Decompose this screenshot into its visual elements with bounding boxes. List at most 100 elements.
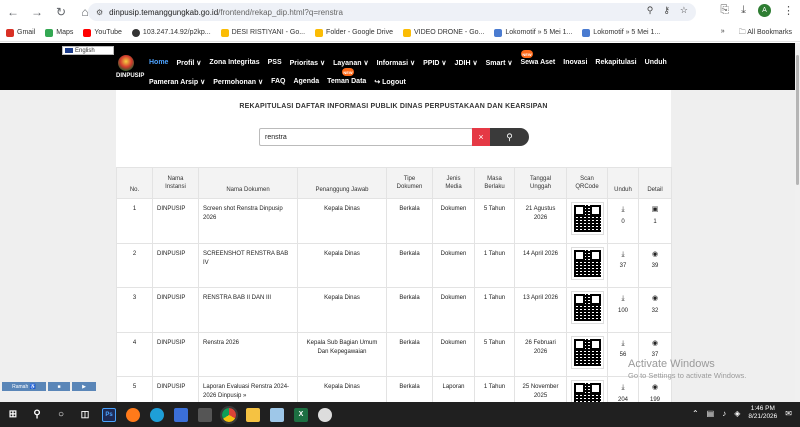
chrome-icon[interactable] [220, 405, 238, 424]
bookmark-maps[interactable]: Maps [45, 28, 73, 37]
nav-layanan[interactable]: Layanan ∨ [333, 59, 368, 67]
download-icon[interactable]: ⤓ [612, 250, 634, 261]
download-icon[interactable]: ⤓ [612, 339, 634, 350]
nav-logout[interactable]: ↪ Logout [374, 78, 406, 86]
qr-code[interactable] [570, 202, 604, 235]
cell-no: 4 [116, 331, 153, 377]
cell-media: Dokumen [432, 287, 475, 333]
all-bookmarks-button[interactable]: 🗀 All Bookmarks [739, 28, 792, 39]
extensions-icon[interactable]: ⎘ [720, 4, 729, 17]
bookmark-ip[interactable]: 103.247.14.92/p2kp... [131, 28, 211, 37]
nav-zona-integritas[interactable]: Zona Integritas [209, 59, 259, 67]
cell-detail[interactable]: ▣ 1 [638, 198, 672, 244]
address-bar[interactable]: ⚙ dinpusip.temanggungkab.go.id/frontend/… [88, 3, 696, 21]
cell-tanggal: 14 April 2026 [514, 242, 567, 288]
nav-sewa-aset[interactable]: Sewa Aset [521, 59, 556, 67]
calculator-icon[interactable] [198, 407, 212, 422]
eye-icon[interactable]: ◉ [643, 294, 667, 305]
cell-unduh[interactable]: ⤓ 100 [607, 287, 639, 333]
zoom-icon[interactable]: ⚲ [647, 5, 654, 16]
menu-kebab-icon[interactable]: ⋮ [783, 4, 794, 17]
scrollbar-thumb[interactable] [796, 55, 799, 185]
nav-jdih[interactable]: JDIH ∨ [455, 59, 478, 67]
windows-start-icon[interactable]: ⊞ [6, 408, 20, 422]
excel-icon[interactable]: X [294, 407, 308, 422]
notification-icon[interactable]: ✉ [785, 409, 792, 418]
clear-search-button[interactable]: × [472, 128, 490, 146]
store-icon[interactable] [174, 407, 188, 422]
edge-icon[interactable] [150, 407, 164, 422]
task-view-icon[interactable]: ◫ [78, 408, 92, 422]
dinpusip-logo[interactable] [118, 55, 134, 71]
nav-ppid[interactable]: PPID ∨ [423, 59, 446, 67]
forward-icon[interactable]: → [28, 3, 46, 21]
download-icon[interactable]: ⤓ [741, 4, 746, 17]
cell-detail[interactable]: ◉ 32 [638, 287, 672, 333]
wifi-icon[interactable]: ◈ [734, 409, 740, 418]
more-bookmarks-button[interactable]: » [721, 28, 725, 39]
nav-smart[interactable]: Smart ∨ [486, 59, 513, 67]
browser-toolbar: ← → ↻ ⌂ ⚙ dinpusip.temanggungkab.go.id/f… [0, 0, 800, 24]
qr-code[interactable] [570, 291, 604, 324]
bookmark-drive-folder[interactable]: Folder - Google Drive [315, 28, 393, 37]
nav-prioritas[interactable]: Prioritas ∨ [290, 59, 325, 67]
bookmark-drive-desi[interactable]: DESI RISTIYANI - Go... [220, 28, 305, 37]
play-button[interactable]: ▶ [72, 382, 96, 391]
password-key-icon[interactable]: ⚷ [663, 5, 670, 16]
eye-icon[interactable]: ◉ [643, 250, 667, 261]
back-icon[interactable]: ← [4, 3, 22, 21]
eye-icon[interactable]: ◉ [643, 383, 667, 394]
cell-unduh[interactable]: ⤓ 37 [607, 242, 639, 288]
nav-faq[interactable]: FAQ [271, 78, 285, 86]
download-icon[interactable]: ⤓ [612, 294, 634, 305]
language-selector[interactable]: English [62, 46, 114, 55]
search-icon[interactable]: ⚲ [30, 408, 44, 422]
nav-agenda[interactable]: Agenda [293, 78, 319, 86]
nav-pameran-arsip[interactable]: Pameran Arsip ∨ [149, 78, 205, 86]
cell-detail[interactable]: ◉ 39 [638, 242, 672, 288]
notepad-icon[interactable] [270, 407, 284, 422]
search-button[interactable]: ⚲ [490, 128, 529, 146]
eye-icon[interactable]: ◉ [643, 339, 667, 350]
firefox-icon[interactable] [126, 407, 140, 422]
nav-unduh[interactable]: Unduh [645, 59, 667, 67]
nav-informasi[interactable]: Informasi ∨ [377, 59, 416, 67]
system-tray: ⌃ ▤ ♪ ◈ 1:46 PM 8/21/2026 ✉ [692, 405, 792, 421]
site-info-icon[interactable]: ⚙ [96, 8, 103, 17]
detail-icon[interactable]: ▣ [643, 205, 667, 216]
file-explorer-icon[interactable] [246, 407, 260, 422]
nav-profil[interactable]: Profil ∨ [176, 59, 201, 67]
taskbar-clock[interactable]: 1:46 PM 8/21/2026 [748, 405, 777, 421]
qr-code[interactable] [570, 246, 604, 280]
paint-icon[interactable] [318, 407, 332, 422]
nav-rekapitulasi[interactable]: Rekapitulasi [595, 59, 636, 67]
cortana-icon[interactable]: ○ [54, 408, 68, 422]
download-icon[interactable]: ⤓ [612, 205, 634, 216]
qr-code[interactable] [570, 335, 604, 369]
bookmark-youtube[interactable]: YouTube [83, 28, 122, 37]
chevron-up-icon[interactable]: ⌃ [692, 409, 699, 418]
ramah-button[interactable]: Ramah ♿ [2, 382, 46, 391]
cell-tipe: Berkala [386, 331, 433, 377]
network-icon[interactable]: ▤ [707, 409, 715, 418]
bookmark-star-icon[interactable]: ☆ [680, 5, 688, 16]
photoshop-icon[interactable]: Ps [102, 407, 116, 422]
bookmark-drive-video[interactable]: VIDEO DRONE - Go... [402, 28, 484, 37]
nav-pss[interactable]: PSS [268, 59, 282, 67]
bookmark-gmail[interactable]: Gmail [6, 28, 35, 37]
page-scrollbar[interactable] [795, 43, 800, 402]
bookmark-lokomotif-2[interactable]: Lokomotif » 5 Mei 1... [582, 28, 660, 37]
nav-home[interactable]: Home [149, 59, 168, 67]
download-icon[interactable]: ⤓ [612, 383, 634, 394]
reload-icon[interactable]: ↻ [52, 3, 70, 21]
cell-unduh[interactable]: ⤓ 0 [607, 198, 639, 244]
nav-permohonan[interactable]: Permohonan ∨ [213, 78, 263, 86]
nav-inovasi[interactable]: Inovasi [563, 59, 587, 67]
nav-teman-data[interactable]: Teman Data [327, 78, 366, 86]
search-input[interactable]: renstra [259, 128, 473, 146]
profile-avatar[interactable]: A [758, 4, 771, 17]
volume-icon[interactable]: ♪ [722, 409, 726, 418]
stop-button[interactable]: ■ [48, 382, 70, 391]
bookmark-lokomotif-1[interactable]: Lokomotif » 5 Mei 1... [494, 28, 572, 37]
cell-tipe: Berkala [386, 242, 433, 288]
